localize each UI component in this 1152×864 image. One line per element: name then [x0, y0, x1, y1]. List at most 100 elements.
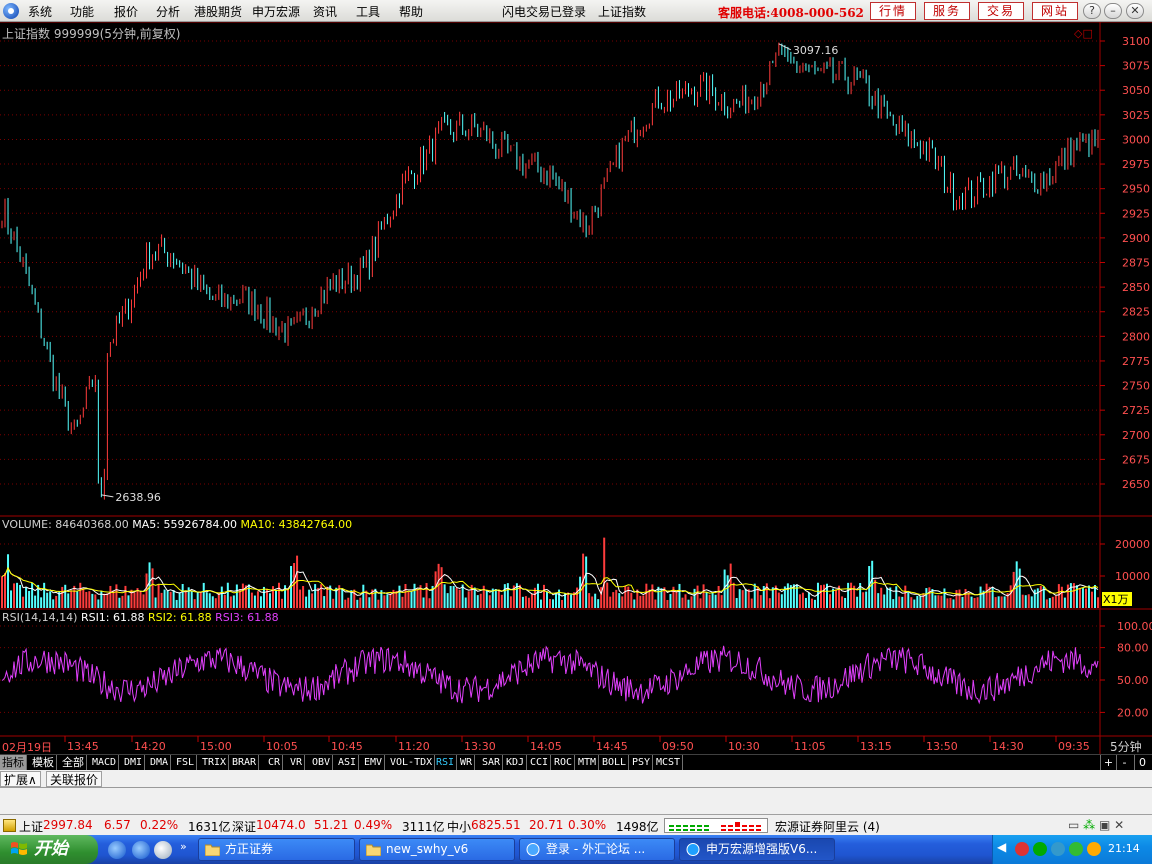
chart-area[interactable]: 3100 3075 3050 3025 3000 2975 2950 2925 2900 2875… — [0, 22, 1152, 792]
indicator-tab-roc[interactable]: ROC — [552, 755, 576, 771]
task-swhy-v6[interactable]: 申万宏源增强版V6... — [679, 838, 835, 861]
date-label: 02月19日 — [2, 739, 52, 755]
menu-help[interactable]: 帮助 — [399, 3, 423, 20]
quicklaunch-icon[interactable] — [154, 841, 172, 859]
price-tick-label: 2700 — [1122, 429, 1150, 442]
price-tick-label: 2650 — [1122, 478, 1150, 491]
quotes-button[interactable]: 行情 — [870, 2, 916, 20]
server-name[interactable]: 宏源证券阿里云 (4) — [775, 818, 880, 835]
indicator-tab-cci[interactable]: CCI — [528, 755, 552, 771]
price-tick-label: 3050 — [1122, 84, 1150, 97]
indicator-tab-cr[interactable]: CR — [266, 755, 284, 771]
buy-sell-meter — [664, 818, 768, 833]
indicator-tab-boll[interactable]: BOLL — [600, 755, 630, 771]
add-indicator-button[interactable]: + — [1100, 755, 1116, 771]
task-new-swhy[interactable]: new_swhy_v6 — [359, 838, 515, 861]
service-button[interactable]: 服务 — [924, 2, 970, 20]
time-tick-label: 14:20 — [134, 740, 166, 753]
high-label: 3097.16 — [793, 44, 839, 57]
all-tab[interactable]: 全部 — [60, 755, 87, 771]
related-quotes-tab[interactable]: 关联报价 — [46, 771, 103, 787]
indicator-tab-rsi[interactable]: RSI — [434, 755, 458, 771]
indicator-tab-voltdx[interactable]: VOL-TDX — [388, 755, 436, 771]
task-fangzheng[interactable]: 方正证券 — [198, 838, 355, 861]
indicator-tab-psy[interactable]: PSY — [630, 755, 654, 771]
menu-analysis[interactable]: 分析 — [156, 3, 180, 20]
zx-amount: 1498亿 — [616, 820, 659, 834]
security-icon[interactable] — [1069, 842, 1083, 856]
folder-icon — [205, 844, 220, 856]
website-button[interactable]: 网站 — [1032, 2, 1078, 20]
input-method-icon[interactable] — [1015, 842, 1029, 856]
indicator-tab-macd[interactable]: MACD — [90, 755, 120, 771]
network-icon[interactable] — [1033, 842, 1047, 856]
trading-window: 系统 功能 报价 分析 港股期货 申万宏源 资讯 工具 帮助 闪电交易已登录 上… — [0, 0, 1152, 864]
menu-news[interactable]: 资讯 — [313, 3, 337, 20]
signal-icon[interactable]: ⁂ — [1083, 818, 1095, 832]
quicklaunch-chevron-icon[interactable]: » — [180, 840, 187, 853]
menu-swhy[interactable]: 申万宏源 — [252, 3, 300, 20]
price-tick-label: 2925 — [1122, 207, 1150, 220]
indicator-tab-brar[interactable]: BRAR — [230, 755, 260, 771]
price-tick-label: 3100 — [1122, 35, 1150, 48]
time-tick-label: 13:15 — [860, 740, 892, 753]
kline-chart[interactable]: 3100 3075 3050 3025 3000 2975 2950 2925 2900 2875… — [0, 22, 1152, 754]
app-logo-icon[interactable] — [3, 3, 19, 19]
template-tab[interactable]: 模板 — [30, 755, 57, 771]
time-tick-label: 14:45 — [596, 740, 628, 753]
time-tick-label: 09:50 — [662, 740, 694, 753]
close-ticker-icon[interactable]: ✕ — [1114, 818, 1124, 832]
indicator-tab-mcst[interactable]: MCST — [654, 755, 684, 771]
start-button[interactable]: 开始 — [0, 835, 98, 864]
service-hotline: 客服电话:4008-000-562 — [718, 6, 864, 20]
tray-expand-icon[interactable]: ◀ — [997, 840, 1006, 854]
task-forex-forum[interactable]: 登录 - 外汇论坛 ... — [519, 838, 675, 861]
volume-icon[interactable] — [1051, 842, 1065, 856]
indicator-tab-dma[interactable]: DMA — [148, 755, 172, 771]
market-icon[interactable] — [3, 819, 16, 832]
help-icon[interactable]: ? — [1083, 3, 1101, 19]
indicator-tab-wr[interactable]: WR — [458, 755, 476, 771]
trade-button[interactable]: 交易 — [978, 2, 1024, 20]
shield-icon[interactable] — [1087, 842, 1101, 856]
menu-system[interactable]: 系统 — [28, 3, 52, 20]
menu-hk-futures[interactable]: 港股期货 — [194, 3, 242, 20]
rsi-line — [1, 645, 1099, 705]
ie-icon[interactable] — [108, 841, 126, 859]
price-tick-label: 2800 — [1122, 330, 1150, 343]
indicator-tab[interactable]: 指标 — [0, 755, 27, 771]
expand-tab[interactable]: 扩展∧ — [0, 771, 41, 787]
start-label: 开始 — [34, 839, 68, 859]
indicator-tab-dmi[interactable]: DMI — [122, 755, 146, 771]
period-label[interactable]: 5分钟 — [1110, 738, 1142, 755]
sz-amount: 3111亿 — [402, 820, 445, 834]
close-icon[interactable]: ✕ — [1126, 3, 1144, 19]
indicator-tab-mtm[interactable]: MTM — [576, 755, 600, 771]
menu-tools[interactable]: 工具 — [356, 3, 380, 20]
window-icon[interactable]: ▭ — [1068, 818, 1079, 832]
menu-function[interactable]: 功能 — [70, 3, 94, 20]
price-panel-title: 上证指数 999999(5分钟,前复权) — [2, 27, 181, 41]
rsi-tick-label: 100.00 — [1117, 620, 1152, 633]
ie-icon-2[interactable] — [132, 841, 150, 859]
rsi-label: RSI(14,14,14) RSI1: 61.88 RSI2: 61.88 RS… — [2, 611, 279, 624]
minimize-icon[interactable]: – — [1104, 3, 1122, 19]
indicator-tab-emv[interactable]: EMV — [362, 755, 386, 771]
indicator-tab-sar[interactable]: SAR — [480, 755, 504, 771]
time-tick-label: 14:30 — [992, 740, 1024, 753]
time-tick-label: 15:00 — [200, 740, 232, 753]
price-tick-label: 2900 — [1122, 232, 1150, 245]
remove-indicator-button[interactable]: - — [1116, 755, 1132, 771]
lock-icon[interactable]: ▣ — [1099, 818, 1110, 832]
indicator-tab-kdj[interactable]: KDJ — [504, 755, 528, 771]
indicator-tab-asi[interactable]: ASI — [336, 755, 360, 771]
reset-indicator-button[interactable]: 0 — [1134, 755, 1150, 771]
sh-value: 2997.84 — [43, 818, 93, 832]
menu-quotes[interactable]: 报价 — [114, 3, 138, 20]
zx-change: 20.71 — [529, 818, 564, 832]
indicator-tab-fsl[interactable]: FSL — [174, 755, 198, 771]
indicator-tab-vr[interactable]: VR — [288, 755, 306, 771]
indicator-tab-obv[interactable]: OBV — [310, 755, 334, 771]
rsi-tick-label: 80.00 — [1117, 642, 1149, 655]
indicator-tab-trix[interactable]: TRIX — [200, 755, 230, 771]
